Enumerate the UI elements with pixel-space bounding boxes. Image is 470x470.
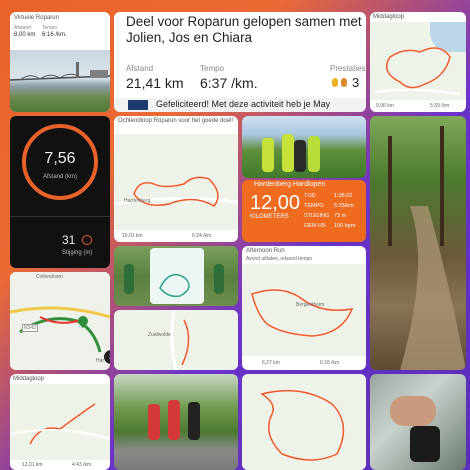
distance-value: 21,41 km <box>126 75 184 91</box>
medal-icon <box>332 78 338 87</box>
runner-figure <box>282 134 294 172</box>
stat-value-pace: 4:43 /km. <box>72 462 93 468</box>
map-place-label: Collendoorn <box>36 274 63 280</box>
stat-value-pace: 5:39 /km. <box>430 103 451 109</box>
route-map: Bergentheim <box>242 264 366 356</box>
collage-background: Virtuele Roparun Afstand Tempo 8,00 km 6… <box>0 0 470 470</box>
activity-title: Ochtendloop Roparun voor het goede doel! <box>118 118 234 124</box>
map-place-label: Har <box>96 358 105 364</box>
map-place-label: Hardenberg <box>124 198 151 204</box>
stat-value-distance: 9,96 km <box>376 103 394 109</box>
tile-main-activity[interactable]: Deel voor Roparun gelopen samen met Joli… <box>114 12 366 112</box>
runner-figure <box>168 400 180 440</box>
route-map <box>370 22 466 100</box>
runner-figure <box>262 138 274 172</box>
pace-label: Tempo <box>200 64 225 73</box>
tile-ochtendloop[interactable]: Ochtendloop Roparun voor het goede doel!… <box>114 116 238 242</box>
route-map: Zuidwolde <box>114 310 238 370</box>
river-photo <box>10 50 110 112</box>
tile-watch-wrist-photo[interactable] <box>370 374 466 470</box>
runner-figure <box>308 136 320 172</box>
stat-value-pace: 6:16 /km. <box>42 32 67 38</box>
achievements-label: Prestaties <box>330 64 366 73</box>
distance-label: Afstand <box>126 64 154 73</box>
climb-icon <box>82 235 92 245</box>
tile-middagloop-top[interactable]: Middagloop 9,96 km 5:39 /km. <box>370 12 466 112</box>
activity-title: Middagloop <box>13 376 45 382</box>
activity-title: Deel voor Roparun gelopen samen met Joli… <box>126 14 362 45</box>
big-distance-value: 12,00 <box>250 192 301 214</box>
activity-title: Virtuele Roparun <box>14 15 59 21</box>
map-place-label: Bergentheim <box>296 302 325 308</box>
big-distance-unit: KILOMETERS <box>250 214 289 220</box>
strava-logo-icon <box>128 100 148 110</box>
distance-value: 7,56 <box>44 150 76 167</box>
activity-title: Afternoon Run <box>246 248 285 254</box>
distance-unit: Afstand (km) <box>42 174 77 180</box>
route-map <box>10 384 110 460</box>
runner-figure <box>124 264 134 294</box>
tile-group-photo[interactable] <box>242 116 366 178</box>
tile-middagloop-bottom[interactable]: Middagloop 12,01 km 4:43 /km. <box>10 374 110 470</box>
stat-value-distance: 12,01 km <box>22 462 43 468</box>
route-map: Hardenberg <box>114 134 238 230</box>
tile-afternoon-run[interactable]: Afternoon Run Avond uitlaten, relaxed te… <box>242 246 366 370</box>
stat-label-distance: Afstand <box>14 25 31 31</box>
runner-figure <box>148 404 160 440</box>
runner-figure <box>294 140 306 172</box>
bridge-drawing <box>10 62 110 81</box>
stat-value-distance: 8,00 km <box>14 32 36 38</box>
row-value: 150 bpm <box>334 223 356 229</box>
watch-icon <box>410 426 440 462</box>
row-label: TEMPO <box>304 203 324 209</box>
banner-text: Gefeliciteerd! Met deze activiteit heb j… <box>156 99 331 109</box>
tile-zuidwolde-map[interactable]: Zuidwolde <box>114 310 238 370</box>
stat-value-pace: 6:18 /km. <box>320 360 341 366</box>
pace-value: 6:37 /km. <box>200 75 258 91</box>
phone-map-overlay <box>150 248 204 304</box>
stat-label-pace: Tempo <box>42 25 58 31</box>
runner-figure <box>188 402 200 440</box>
activity-title: Middagloop <box>373 14 405 20</box>
hand-shape <box>390 396 436 426</box>
tile-map-collendoorn[interactable]: Collendoorn N343 Har 1 <box>10 272 110 370</box>
divider <box>10 216 110 217</box>
activity-subtitle: Avond uitlaten, relaxed tempo <box>246 256 313 262</box>
medal-icon <box>341 78 347 87</box>
achievements-count: 3 <box>352 75 360 90</box>
tile-road-runners-photo[interactable] <box>114 374 238 470</box>
tile-runner-map-photo[interactable] <box>114 246 238 306</box>
row-label: STIJGING <box>304 213 330 219</box>
climb-label: Stijging (m) <box>62 250 93 256</box>
tile-watch-face[interactable]: 7,56 Afstand (km) 31 Stijging (m) <box>10 116 110 268</box>
row-label: TIJD <box>304 193 316 199</box>
row-value: 73 m <box>334 213 347 219</box>
row-value: 1:05:02 <box>334 193 353 199</box>
stat-value-distance: 10,01 km <box>122 233 143 239</box>
row-value: 5:25/km <box>334 203 354 209</box>
route-map <box>242 374 366 470</box>
climb-value: 31 <box>62 233 76 247</box>
trail-drawing <box>388 126 466 370</box>
row-label: GEM HS <box>304 223 326 229</box>
map-place-label: Zuidwolde <box>148 332 171 338</box>
route-map: Collendoorn N343 Har 1 <box>10 272 110 370</box>
runner-figure <box>214 264 224 294</box>
badge-count: 1 <box>109 352 110 361</box>
road-label: N343 <box>22 324 38 332</box>
card-title: Hardenberg Hardlopen <box>254 181 326 188</box>
stat-value-pace: 6:24 /km. <box>192 233 213 239</box>
tile-virtuele-roparun[interactable]: Virtuele Roparun Afstand Tempo 8,00 km 6… <box>10 12 110 112</box>
stat-value-distance: 6,27 km <box>262 360 280 366</box>
tile-hardenberg-card[interactable]: Hardenberg Hardlopen 12,00 KILOMETERS TI… <box>242 180 366 242</box>
achievement-banner[interactable]: Gefeliciteerd! Met deze activiteit heb j… <box>114 98 366 112</box>
tile-route-map-bottom[interactable] <box>242 374 366 470</box>
tile-forest-trail-photo[interactable] <box>370 116 466 370</box>
